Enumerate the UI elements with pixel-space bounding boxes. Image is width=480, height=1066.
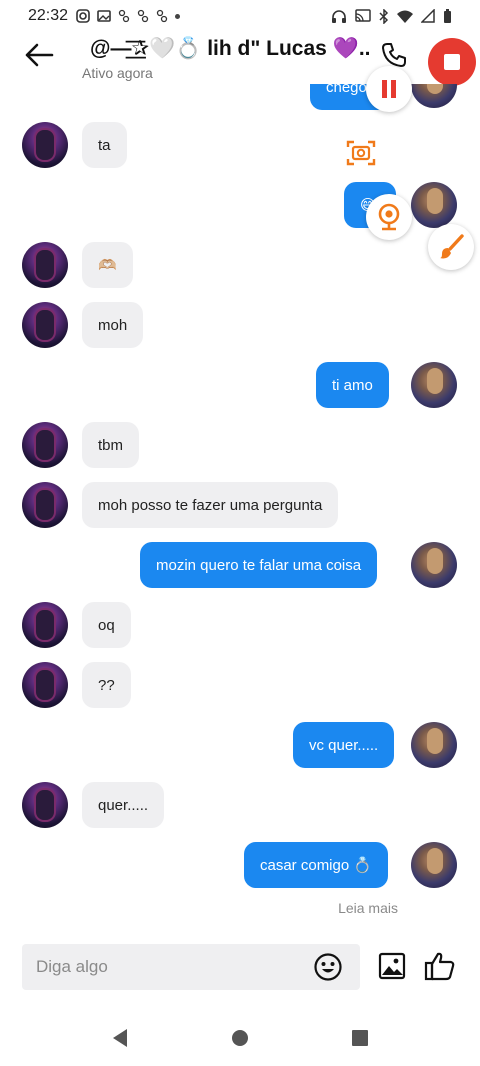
contact-avatar[interactable] <box>22 662 68 708</box>
circle-home-icon <box>232 1030 248 1046</box>
stop-record-icon <box>444 54 460 70</box>
headphones-icon <box>332 9 346 23</box>
app-icon <box>118 9 130 23</box>
like-button[interactable] <box>422 948 458 984</box>
contact-avatar[interactable] <box>22 242 68 288</box>
message-bubble-incoming[interactable]: quer..... <box>82 782 165 828</box>
message-input[interactable] <box>36 944 306 990</box>
notification-icons <box>76 9 181 23</box>
message-bubble-incoming[interactable]: tbm <box>82 422 140 468</box>
cast-icon <box>355 9 371 22</box>
bluetooth-icon <box>379 8 389 24</box>
my-avatar <box>411 722 457 768</box>
image-icon <box>378 952 406 980</box>
pause-icon <box>382 80 396 98</box>
system-status-icons <box>331 8 452 24</box>
gallery-button[interactable] <box>376 950 408 982</box>
message-text: moh posso te fazer uma pergunta <box>98 496 323 514</box>
back-button[interactable] <box>20 38 58 72</box>
contact-avatar[interactable] <box>22 482 68 528</box>
status-time: 22:32 <box>28 7 69 24</box>
pause-record-button[interactable] <box>366 66 412 112</box>
message-text: casar comigo 💍 <box>260 857 373 874</box>
message-bubble-incoming[interactable]: 🫶🏼 <box>82 242 133 288</box>
webcam-icon <box>378 203 400 231</box>
message-text: moh <box>98 316 128 334</box>
app-icon <box>156 9 168 23</box>
read-receipt-label: Leia mais <box>338 900 398 916</box>
square-recents-icon <box>352 1030 368 1046</box>
gallery-icon <box>97 10 111 22</box>
message-bubble-incoming[interactable]: oq <box>82 602 131 648</box>
message-bubble-outgoing[interactable]: ti amo <box>316 362 389 408</box>
my-avatar <box>411 542 457 588</box>
contact-avatar[interactable] <box>22 422 68 468</box>
message-text: vc quer..... <box>309 736 379 754</box>
brush-icon <box>440 234 464 259</box>
app-icon <box>137 9 149 23</box>
message-bubble-incoming[interactable]: moh <box>82 302 144 348</box>
contact-avatar[interactable] <box>22 602 68 648</box>
triangle-back-icon <box>113 1029 127 1047</box>
message-text: chego <box>326 84 367 96</box>
contact-name[interactable]: @—͟͞✰🤍💍 lih d" Lucas 💜... <box>90 36 370 61</box>
my-avatar <box>411 84 457 108</box>
thumbs-up-icon <box>424 952 455 981</box>
message-bubble-incoming[interactable]: ta <box>82 122 127 168</box>
contact-avatar[interactable] <box>22 122 68 168</box>
wifi-icon <box>397 10 413 23</box>
contact-avatar[interactable] <box>22 782 68 828</box>
emoji-button[interactable] <box>312 951 344 983</box>
status-bar: 22:32 <box>0 0 480 32</box>
my-avatar <box>411 182 457 228</box>
message-text: quer..... <box>98 796 149 814</box>
message-bubble-incoming[interactable]: ?? <box>82 662 131 708</box>
message-bubble-outgoing[interactable]: mozin quero te falar uma coisa <box>140 542 378 588</box>
instagram-icon <box>76 9 90 23</box>
stop-record-button[interactable] <box>428 38 476 86</box>
my-avatar <box>411 842 457 888</box>
nav-home-button[interactable] <box>220 1018 260 1058</box>
message-text: ti amo <box>332 376 373 394</box>
system-navigation-bar <box>0 1010 480 1066</box>
signal-icon <box>421 9 435 23</box>
message-text: mozin quero te falar uma coisa <box>156 556 362 574</box>
phone-icon <box>382 43 406 67</box>
brush-button[interactable] <box>428 224 474 270</box>
contact-avatar[interactable] <box>22 302 68 348</box>
message-text: oq <box>98 616 115 634</box>
camera-frame-icon <box>346 140 376 166</box>
message-text: ta <box>98 136 111 154</box>
arrow-left-icon <box>25 43 54 67</box>
webcam-button[interactable] <box>366 194 412 240</box>
message-text: tbm <box>98 436 124 454</box>
message-text: ?? <box>98 676 115 694</box>
message-bubble-outgoing[interactable]: vc quer..... <box>293 722 395 768</box>
message-bubble-outgoing[interactable]: casar comigo 💍 <box>244 842 389 888</box>
screenshot-button[interactable] <box>338 130 384 176</box>
message-bubble-incoming[interactable]: moh posso te fazer uma pergunta <box>82 482 339 528</box>
message-text: 🫶🏼 <box>98 257 117 274</box>
nav-recents-button[interactable] <box>340 1018 380 1058</box>
my-avatar <box>411 362 457 408</box>
more-notifications-dot <box>175 13 181 19</box>
battery-icon <box>444 8 451 23</box>
message-composer <box>22 944 360 990</box>
active-status: Ativo agora <box>82 65 153 81</box>
nav-back-button[interactable] <box>100 1018 140 1058</box>
emoji-icon <box>314 953 342 981</box>
